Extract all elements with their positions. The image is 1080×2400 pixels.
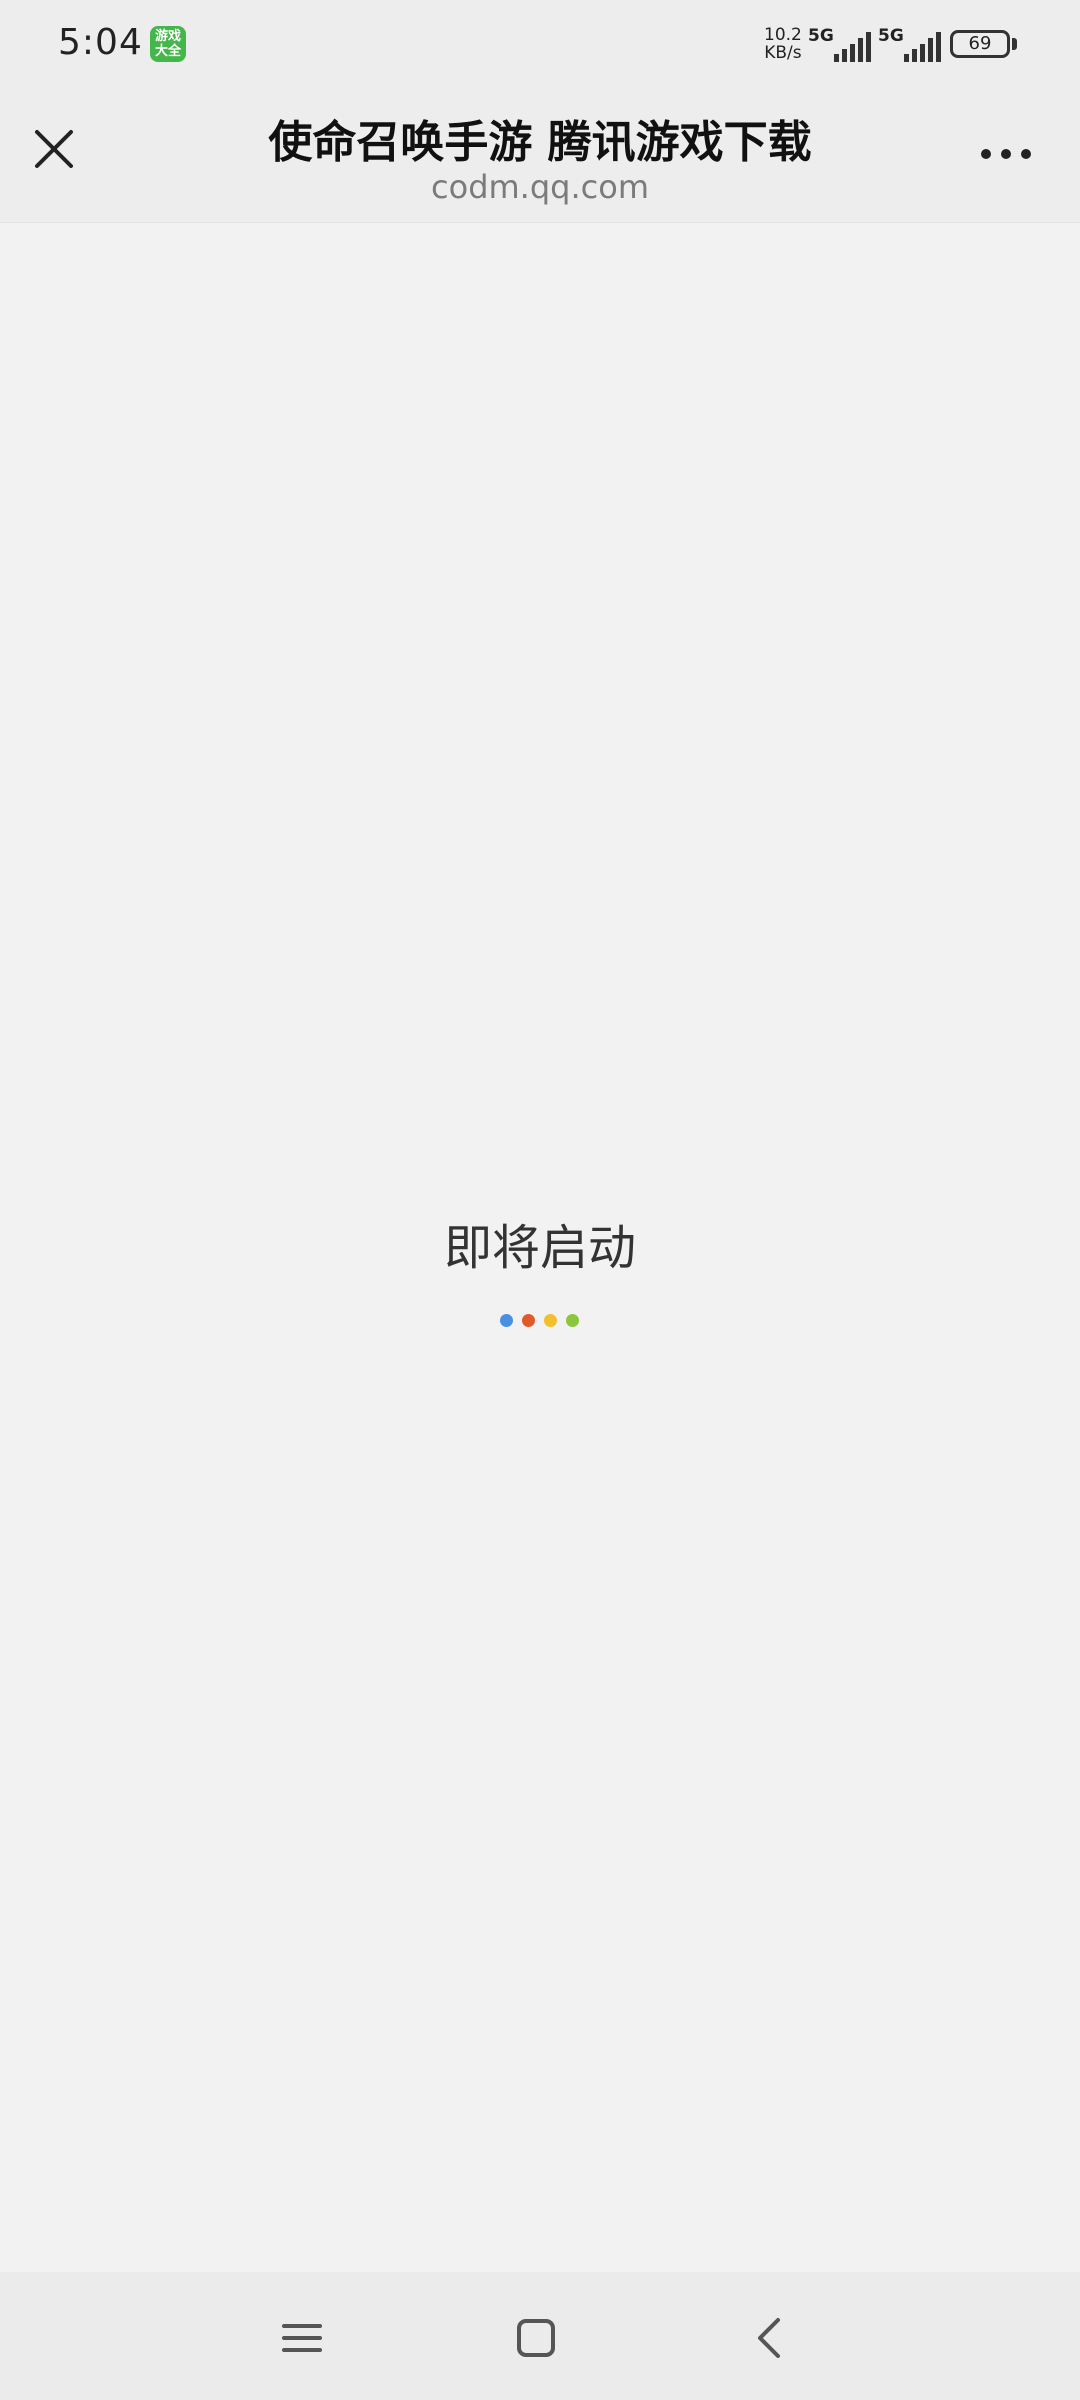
home-button[interactable] — [508, 2310, 564, 2366]
loading-dot-2 — [522, 1314, 535, 1327]
loading-dot-1 — [500, 1314, 513, 1327]
home-icon — [517, 2319, 555, 2357]
loading-text: 即将启动 — [443, 1220, 636, 1276]
status-bar: 5:04 游戏 大全 10.2 KB/s 5G 5G 69 — [0, 0, 1080, 88]
battery-tip — [1012, 38, 1017, 50]
signal-strength-icon — [834, 32, 871, 62]
app-icon-label-top: 游戏 — [154, 29, 181, 44]
app-icon-label-bottom: 大全 — [154, 44, 181, 59]
menu-icon — [282, 2324, 322, 2352]
title-bar: 使命召唤手游 腾讯游戏下载 codm.qq.com — [0, 88, 1080, 223]
network-speed: 10.2 KB/s — [764, 26, 802, 62]
more-icon — [981, 149, 1031, 159]
menu-button[interactable] — [274, 2310, 330, 2366]
back-icon — [758, 2318, 780, 2358]
loading-dot-3 — [544, 1314, 557, 1327]
network-speed-value: 10.2 — [764, 25, 802, 45]
loading-dots — [500, 1314, 584, 1330]
signal-5g-1: 5G — [808, 26, 874, 62]
battery-level: 69 — [968, 33, 992, 54]
more-options-button[interactable] — [972, 136, 1040, 172]
signal-strength-icon — [904, 32, 941, 62]
battery-indicator: 69 — [950, 30, 1010, 58]
back-button[interactable] — [742, 2310, 798, 2366]
close-icon — [35, 130, 73, 168]
game-center-app-icon: 游戏 大全 — [150, 26, 186, 62]
page-domain: codm.qq.com — [431, 168, 649, 206]
status-time: 5:04 — [58, 22, 143, 63]
loading-dot-4 — [566, 1314, 579, 1327]
network-speed-unit: KB/s — [764, 43, 802, 63]
page-title: 使命召唤手游 腾讯游戏下载 — [268, 117, 812, 168]
close-button[interactable] — [24, 118, 84, 178]
signal-5g-2: 5G — [878, 26, 944, 62]
system-nav-bar — [0, 2272, 1080, 2400]
